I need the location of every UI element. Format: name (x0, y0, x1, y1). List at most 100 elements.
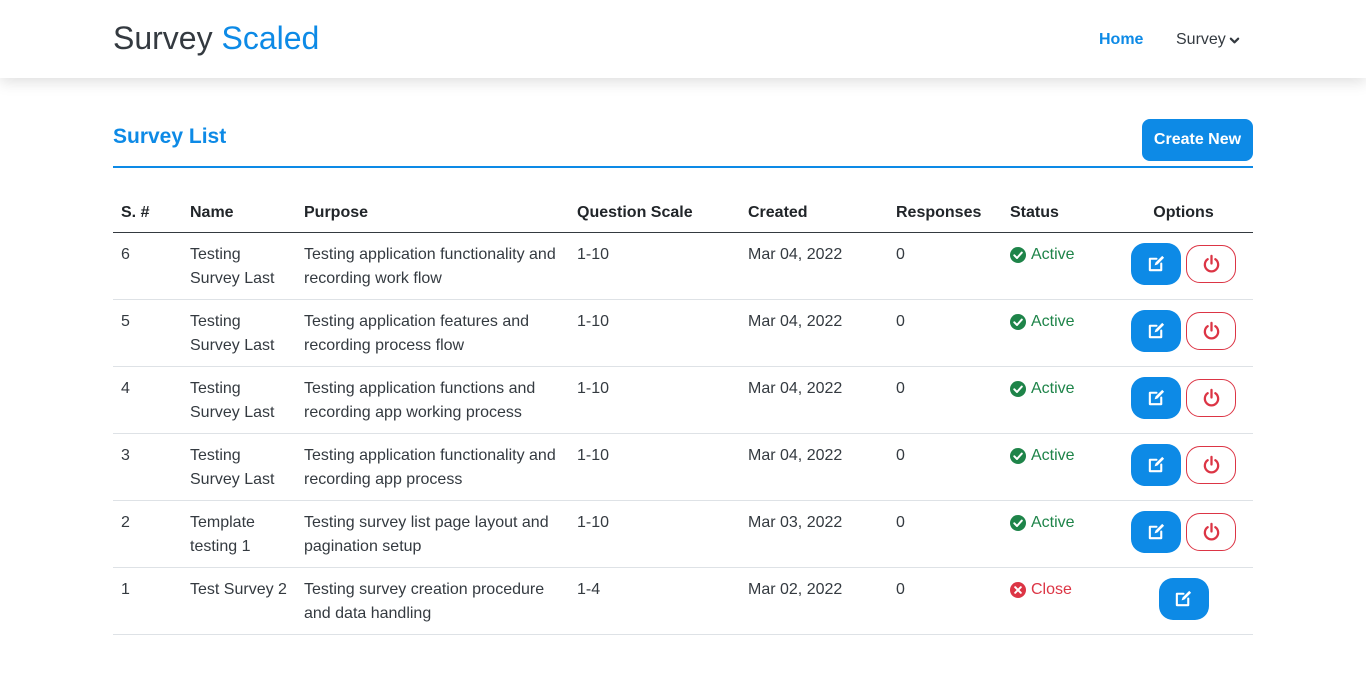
cell-responses: 0 (888, 567, 1002, 635)
cell-name: Testing Survey Last (182, 366, 296, 434)
x-circle-icon (1010, 581, 1026, 598)
column-header: Status (1002, 202, 1114, 233)
status-badge: Active (1010, 511, 1075, 535)
edit-button[interactable] (1131, 510, 1181, 553)
cell-responses: 0 (888, 366, 1002, 434)
cell-name: Template testing 1 (182, 500, 296, 568)
options-group (1122, 376, 1245, 419)
cell-created: Mar 02, 2022 (740, 567, 888, 635)
cell-options (1114, 433, 1253, 501)
status-label: Active (1031, 245, 1075, 263)
cell-created: Mar 04, 2022 (740, 366, 888, 434)
deactivate-button[interactable] (1186, 311, 1236, 350)
column-header: Purpose (296, 202, 569, 233)
edit-icon (1148, 255, 1164, 272)
cell-status: Active (1002, 433, 1114, 501)
cell-created: Mar 04, 2022 (740, 433, 888, 501)
cell-responses: 0 (888, 433, 1002, 501)
table-row: 5 Testing Survey Last Testing application … (113, 299, 1253, 367)
cell-purpose: Testing application features and recordi… (296, 299, 569, 367)
cell-serial: 3 (113, 433, 182, 501)
cell-scale: 1-10 (569, 366, 740, 434)
cell-status: Active (1002, 299, 1114, 367)
nav-home-link[interactable]: Home (1099, 30, 1143, 50)
cell-options (1114, 567, 1253, 635)
column-header: Created (740, 202, 888, 233)
cell-responses: 0 (888, 232, 1002, 300)
cell-serial: 5 (113, 299, 182, 367)
options-group (1122, 510, 1245, 553)
check-circle-icon (1010, 514, 1026, 531)
options-group (1122, 309, 1245, 352)
column-header: Question Scale (569, 202, 740, 233)
cell-name: Testing Survey Last (182, 232, 296, 300)
main-content: Survey List Create New S. # Name Purpose… (113, 78, 1253, 635)
cell-status: Active (1002, 366, 1114, 434)
cell-status: Close (1002, 567, 1114, 635)
cell-name: Testing Survey Last (182, 299, 296, 367)
deactivate-button[interactable] (1186, 445, 1236, 484)
cell-purpose: Testing application functionality and re… (296, 433, 569, 501)
create-new-button[interactable]: Create New (1142, 119, 1253, 161)
edit-icon (1175, 590, 1192, 607)
cell-responses: 0 (888, 299, 1002, 367)
deactivate-button[interactable] (1186, 378, 1236, 417)
brand-logo[interactable]: Survey Scaled (113, 18, 319, 58)
cell-purpose: Testing survey creation procedure and da… (296, 567, 569, 635)
cell-scale: 1-4 (569, 567, 740, 635)
options-group (1122, 577, 1245, 620)
status-label: Active (1031, 379, 1075, 397)
cell-serial: 2 (113, 500, 182, 568)
column-header: Name (182, 202, 296, 233)
power-icon (1203, 321, 1219, 340)
table-row: 6 Testing Survey Last Testing application … (113, 232, 1253, 300)
page-title: Survey List (113, 125, 227, 148)
page-header: Survey List Create New (113, 78, 1253, 168)
cell-scale: 1-10 (569, 232, 740, 300)
options-group (1122, 242, 1245, 285)
cell-purpose: Testing survey list page layout and pagi… (296, 500, 569, 568)
cell-scale: 1-10 (569, 500, 740, 568)
cell-scale: 1-10 (569, 299, 740, 367)
cell-purpose: Testing application functionality and re… (296, 232, 569, 300)
power-icon (1203, 522, 1219, 541)
table-row: 2 Template testing 1 Testing survey list p… (113, 500, 1253, 568)
power-icon (1203, 388, 1219, 407)
status-badge: Active (1010, 444, 1075, 468)
cell-options (1114, 232, 1253, 300)
edit-button[interactable] (1131, 376, 1181, 419)
column-header: S. # (113, 202, 182, 233)
edit-icon (1148, 523, 1164, 540)
table-row: 4 Testing Survey Last Testing application … (113, 366, 1253, 434)
check-circle-icon (1010, 380, 1026, 397)
cell-name: Testing Survey Last (182, 433, 296, 501)
status-label: Active (1031, 513, 1075, 531)
column-header: Options (1114, 202, 1253, 233)
deactivate-button[interactable] (1186, 244, 1236, 283)
edit-button[interactable] (1158, 577, 1209, 620)
brand-name-accent: Scaled (221, 20, 320, 56)
status-badge: Close (1010, 578, 1072, 602)
edit-button[interactable] (1131, 242, 1181, 285)
brand-name: Survey (113, 20, 213, 56)
cell-created: Mar 03, 2022 (740, 500, 888, 568)
edit-button[interactable] (1131, 309, 1181, 352)
options-group (1122, 443, 1245, 486)
chevron-down-icon (1229, 37, 1240, 43)
check-circle-icon (1010, 447, 1026, 464)
nav-survey-dropdown[interactable]: Survey (1176, 30, 1240, 50)
cell-purpose: Testing application functions and record… (296, 366, 569, 434)
edit-button[interactable] (1131, 443, 1181, 486)
check-circle-icon (1010, 246, 1026, 263)
navbar: Survey Scaled Home Survey (0, 0, 1366, 78)
column-header: Responses (888, 202, 1002, 233)
power-icon (1203, 455, 1219, 474)
cell-created: Mar 04, 2022 (740, 232, 888, 300)
cell-name: Test Survey 2 (182, 567, 296, 635)
power-icon (1203, 254, 1219, 273)
nav-survey-label: Survey (1176, 31, 1226, 48)
status-label: Active (1031, 446, 1075, 464)
check-circle-icon (1010, 313, 1026, 330)
status-label: Close (1031, 580, 1072, 598)
deactivate-button[interactable] (1186, 512, 1236, 551)
